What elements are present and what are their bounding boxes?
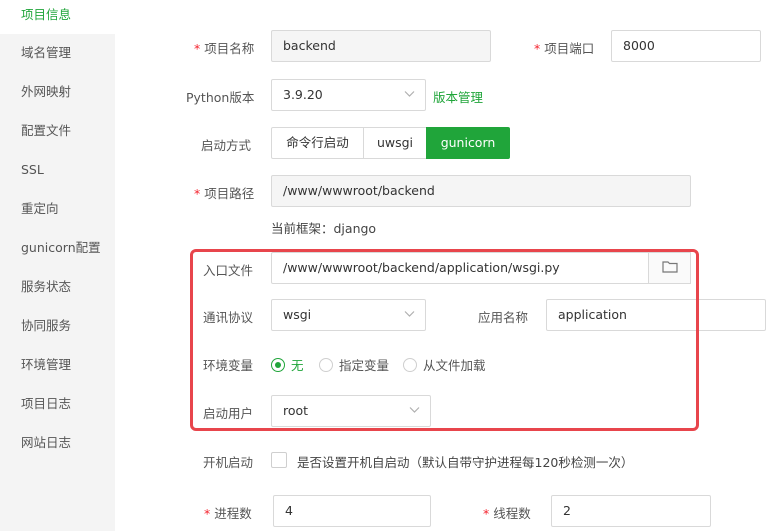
run-user-label: 启动用户: [203, 406, 254, 421]
app-name-input[interactable]: application: [546, 299, 766, 331]
chevron-down-icon: [409, 406, 420, 414]
sidebar-item-env-management[interactable]: 环境管理: [0, 345, 115, 384]
project-name-label: * 项目名称: [194, 41, 255, 56]
threads-label: * 线程数: [483, 506, 531, 521]
project-path-input[interactable]: /www/wwwroot/backend: [271, 175, 691, 207]
start-mode-uwsgi-button[interactable]: uwsgi: [363, 127, 427, 159]
project-path-label: * 项目路径: [194, 186, 255, 201]
sidebar: 项目信息 域名管理 外网映射 配置文件 SSL 重定向 gunicorn配置 服…: [0, 0, 115, 531]
version-management-link[interactable]: 版本管理: [433, 87, 483, 106]
sidebar-item-domain[interactable]: 域名管理: [0, 33, 115, 72]
sidebar-item-project-info[interactable]: 项目信息: [0, 0, 115, 34]
run-user-select[interactable]: root: [271, 395, 431, 427]
chevron-down-icon: [404, 310, 415, 318]
app-name-label: 应用名称: [478, 310, 529, 325]
folder-browse-button[interactable]: [648, 252, 691, 284]
env-vars-label: 环境变量: [203, 358, 254, 373]
folder-icon: [661, 260, 678, 277]
start-mode-label: 启动方式: [201, 138, 252, 153]
project-name-input[interactable]: backend: [271, 30, 491, 62]
start-mode-gunicorn-button[interactable]: gunicorn: [426, 127, 510, 159]
sidebar-item-collab-service[interactable]: 协同服务: [0, 306, 115, 345]
processes-input[interactable]: 4: [273, 495, 431, 527]
entry-file-input[interactable]: /www/wwwroot/backend/application/wsgi.py: [271, 252, 649, 284]
python-version-label: Python版本: [186, 90, 255, 105]
project-port-input[interactable]: 8000: [611, 30, 761, 62]
sidebar-item-project-log[interactable]: 项目日志: [0, 384, 115, 423]
sidebar-item-external-mapping[interactable]: 外网映射: [0, 72, 115, 111]
framework-note: 当前框架：django: [271, 221, 377, 236]
protocol-label: 通讯协议: [203, 310, 254, 325]
sidebar-item-service-status[interactable]: 服务状态: [0, 267, 115, 306]
autostart-label: 开机启动: [203, 455, 254, 470]
project-port-label: * 项目端口: [534, 41, 595, 56]
env-vars-specified-radio[interactable]: 指定变量: [319, 355, 389, 374]
threads-input[interactable]: 2: [551, 495, 711, 527]
protocol-select[interactable]: wsgi: [271, 299, 426, 331]
entry-file-label: 入口文件: [203, 263, 254, 278]
autostart-hint: 是否设置开机自启动（默认自带守护进程每120秒检测一次）: [297, 455, 634, 470]
env-vars-none-radio[interactable]: 无: [271, 355, 304, 374]
chevron-down-icon: [404, 90, 415, 98]
processes-label: * 进程数: [204, 506, 252, 521]
start-mode-group: 命令行启动 uwsgi gunicorn: [271, 127, 510, 159]
autostart-checkbox[interactable]: [271, 452, 287, 468]
sidebar-item-ssl[interactable]: SSL: [0, 150, 115, 189]
env-vars-from-file-radio[interactable]: 从文件加载: [403, 355, 486, 374]
sidebar-item-redirect[interactable]: 重定向: [0, 189, 115, 228]
sidebar-item-config-file[interactable]: 配置文件: [0, 111, 115, 150]
python-version-select[interactable]: 3.9.20: [271, 79, 426, 111]
sidebar-item-site-log[interactable]: 网站日志: [0, 423, 115, 462]
sidebar-item-gunicorn-config[interactable]: gunicorn配置: [0, 228, 115, 267]
start-mode-cmd-button[interactable]: 命令行启动: [271, 127, 364, 159]
